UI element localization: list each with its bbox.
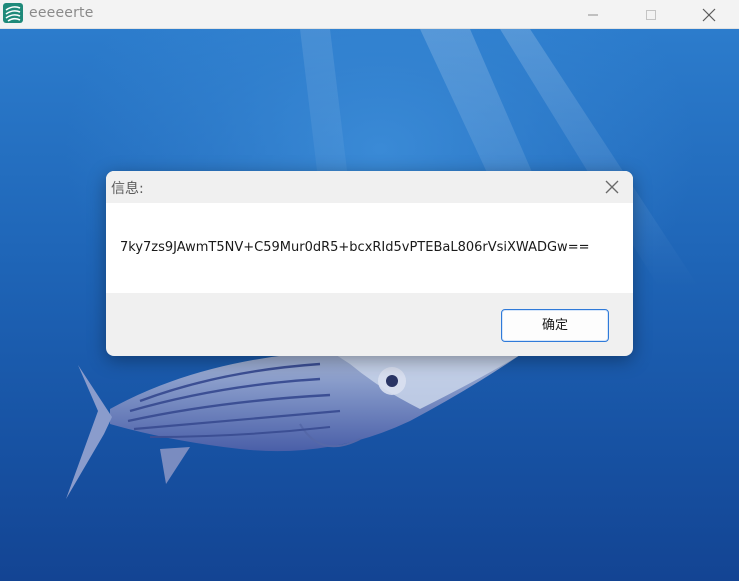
minimize-icon	[588, 14, 598, 15]
dialog-close-button[interactable]	[598, 176, 626, 198]
app-window: eeeeerte 信息: 7ky7zs9JAwmT5NV+C59Mur0dR5+…	[0, 0, 739, 581]
minimize-button[interactable]	[570, 0, 616, 29]
title-bar[interactable]: eeeeerte	[0, 0, 739, 29]
close-icon	[605, 180, 619, 194]
dialog-message: 7ky7zs9JAwmT5NV+C59Mur0dR5+bcxRId5vPTEBa…	[120, 240, 590, 255]
ok-button[interactable]: 确定	[501, 309, 609, 342]
app-logo-icon	[2, 2, 24, 24]
message-dialog: 信息: 7ky7zs9JAwmT5NV+C59Mur0dR5+bcxRId5vP…	[106, 171, 633, 356]
close-icon	[702, 8, 716, 21]
dialog-body: 7ky7zs9JAwmT5NV+C59Mur0dR5+bcxRId5vPTEBa…	[106, 203, 633, 293]
dialog-header[interactable]: 信息:	[106, 171, 633, 203]
close-window-button[interactable]	[686, 0, 732, 29]
dialog-title: 信息:	[111, 181, 144, 197]
maximize-button[interactable]	[628, 0, 674, 29]
window-title: eeeeerte	[29, 5, 94, 21]
maximize-icon	[646, 9, 656, 20]
